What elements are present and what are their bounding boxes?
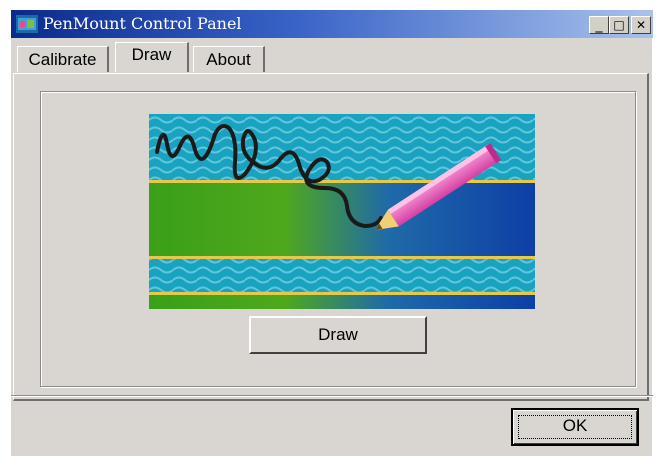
handwriting-pencil-illustration	[149, 114, 535, 309]
tab-about[interactable]: About	[193, 46, 265, 72]
draw-button[interactable]: Draw	[249, 316, 427, 354]
tab-draw[interactable]: Draw	[115, 42, 189, 72]
focus-rectangle	[518, 415, 632, 439]
ok-button[interactable]: OK	[511, 408, 639, 446]
maximize-button[interactable]: □	[609, 16, 629, 34]
draw-groupbox: Draw	[40, 91, 636, 387]
window-title: PenMount Control Panel	[43, 14, 242, 33]
tab-calibrate[interactable]: Calibrate	[17, 46, 109, 72]
footer-separator	[11, 395, 653, 397]
draw-tab-panel: Draw	[13, 73, 649, 401]
app-icon	[16, 15, 38, 33]
title-bar[interactable]: PenMount Control Panel _ □ ✕	[11, 10, 653, 38]
minimize-button[interactable]: _	[589, 16, 609, 34]
penmount-window: PenMount Control Panel _ □ ✕ Calibrate D…	[10, 10, 653, 456]
close-button[interactable]: ✕	[631, 16, 651, 34]
